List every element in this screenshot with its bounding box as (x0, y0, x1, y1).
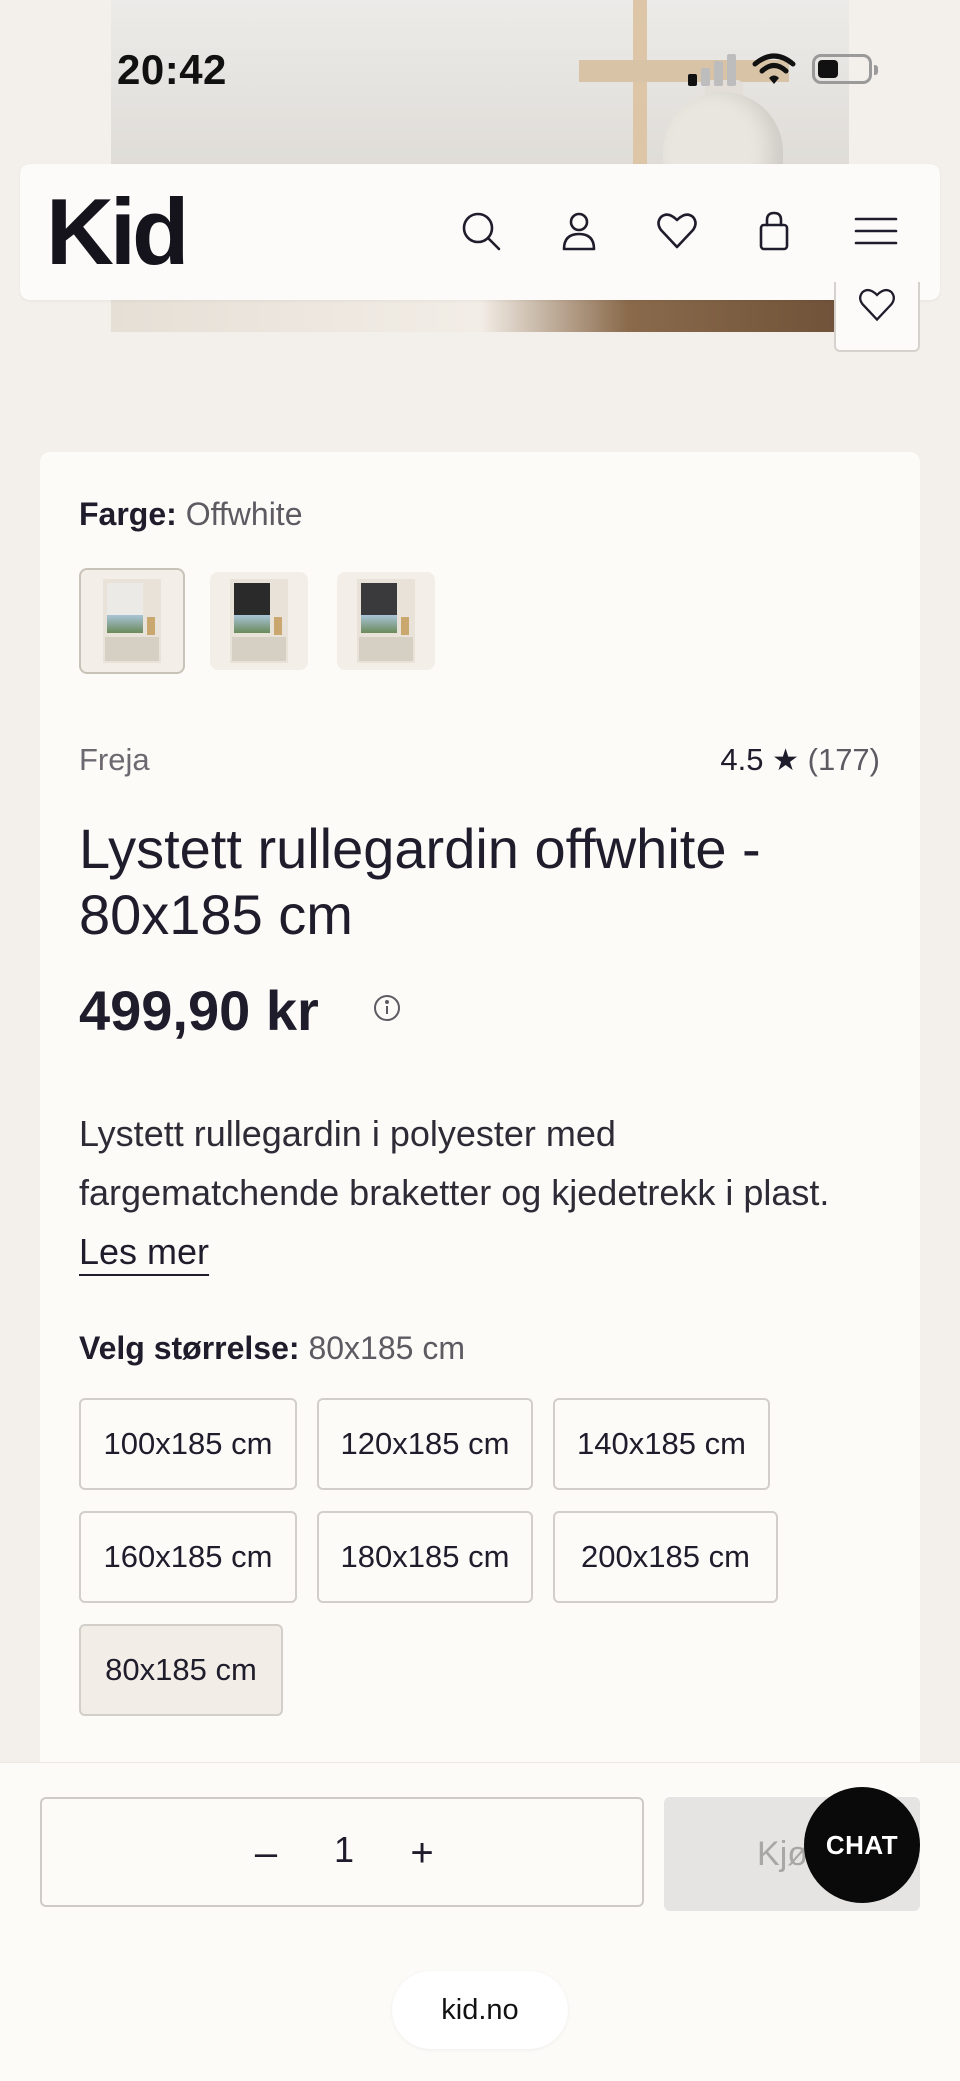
favorite-icon[interactable] (652, 206, 702, 256)
product-price: 499,90 kr (79, 979, 319, 1042)
size-option[interactable]: 200x185 cm (553, 1511, 778, 1603)
color-swatch-offwhite[interactable] (79, 568, 185, 674)
product-card: Farge: Offwhite Freja 4.5 ★ (177) Lystet… (40, 452, 920, 1772)
status-icons (688, 52, 888, 88)
status-time: 20:42 (117, 46, 227, 93)
size-option[interactable]: 160x185 cm (79, 1511, 297, 1603)
product-rating[interactable]: 4.5 ★ (177) (720, 742, 880, 778)
size-option[interactable]: 100x185 cm (79, 1398, 297, 1490)
browser-url[interactable]: kid.no (392, 1971, 568, 2049)
cart-bar: – 1 + Kjøp CHAT kid.no (0, 1762, 960, 2081)
heart-icon (859, 288, 895, 322)
size-value: 80x185 cm (308, 1330, 465, 1366)
cart-icon[interactable] (749, 206, 799, 256)
rating-score: 4.5 (720, 742, 764, 777)
quantity-stepper: – 1 + (40, 1797, 644, 1907)
color-label: Farge: (79, 496, 177, 532)
increase-quantity-button[interactable]: + (392, 1823, 452, 1883)
rating-count: (177) (807, 742, 880, 777)
quantity-value[interactable]: 1 (322, 1829, 366, 1871)
size-option-selected[interactable]: 80x185 cm (79, 1624, 283, 1716)
hero-favorite-button[interactable] (834, 282, 920, 352)
color-value: Offwhite (185, 496, 303, 532)
product-title: Lystett rullegardin offwhite - 80x185 cm (79, 817, 761, 946)
size-option[interactable]: 180x185 cm (317, 1511, 533, 1603)
site-header: Kid (20, 164, 940, 300)
account-icon[interactable] (554, 206, 604, 256)
size-label-row: Velg størrelse: 80x185 cm (79, 1330, 465, 1367)
signal-icon (688, 52, 742, 86)
info-icon[interactable] (371, 992, 403, 1024)
size-option[interactable]: 120x185 cm (317, 1398, 533, 1490)
color-swatch-grey[interactable] (337, 572, 435, 670)
size-option[interactable]: 140x185 cm (553, 1398, 770, 1490)
search-icon[interactable] (456, 206, 506, 256)
brand-name[interactable]: Freja (79, 742, 150, 778)
chat-button[interactable]: CHAT (804, 1787, 920, 1903)
wifi-icon (752, 52, 796, 86)
size-label: Velg størrelse: (79, 1330, 300, 1366)
menu-icon[interactable] (846, 206, 906, 256)
description-text: Lystett rullegardin i polyester med farg… (79, 1113, 830, 1213)
color-swatch-black[interactable] (210, 572, 308, 670)
battery-icon (812, 54, 878, 84)
star-icon: ★ (772, 744, 799, 777)
product-description: Lystett rullegardin i polyester med farg… (79, 1104, 879, 1281)
decrease-quantity-button[interactable]: – (236, 1823, 296, 1883)
color-row: Farge: Offwhite (79, 496, 302, 533)
kid-logo[interactable]: Kid (46, 182, 189, 282)
read-more-link[interactable]: Les mer (79, 1231, 209, 1272)
